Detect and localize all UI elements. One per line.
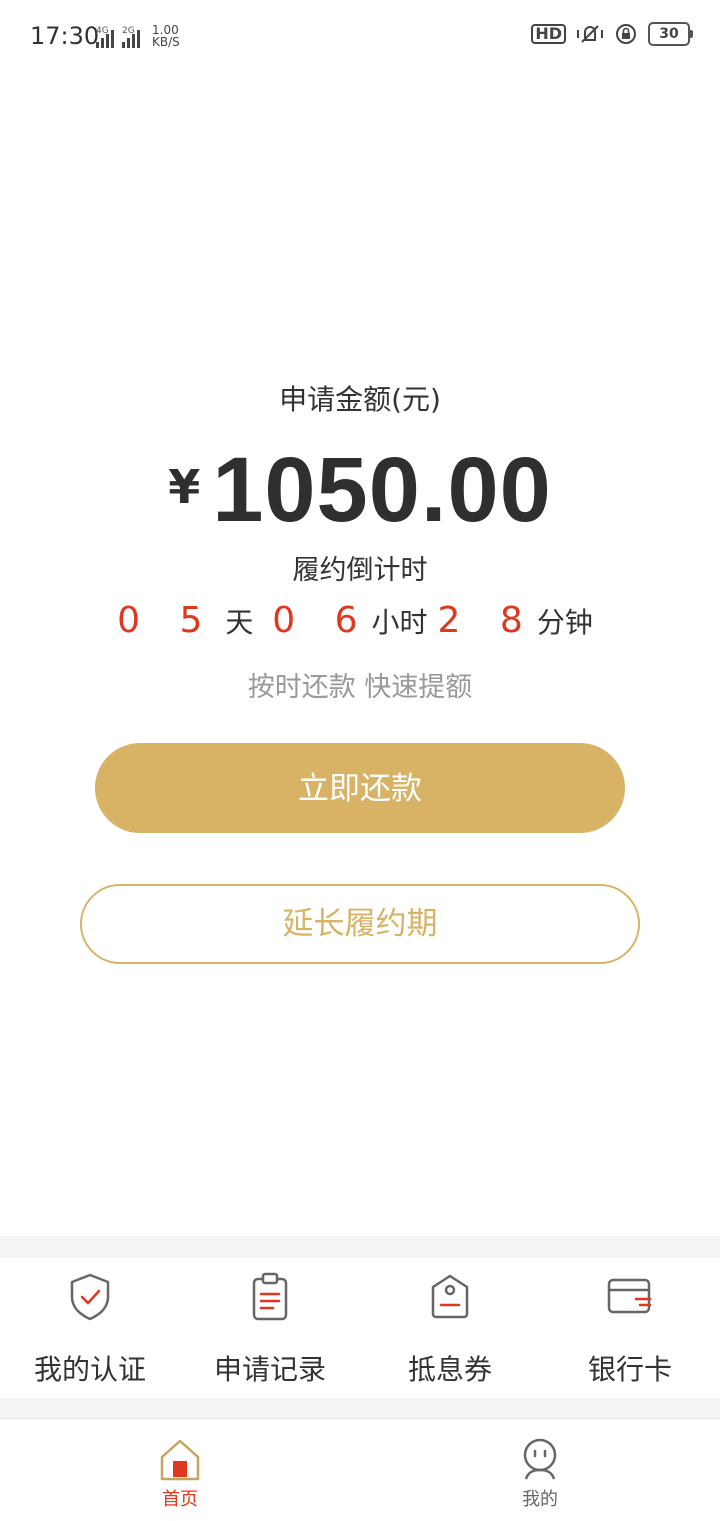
tab-profile[interactable]: 我的 [360, 1419, 720, 1521]
tab-home[interactable]: 首页 [0, 1419, 360, 1521]
quick-action-label: 银行卡 [587, 1353, 672, 1386]
bottom-tab-bar: 首页 我的 [0, 1418, 720, 1521]
status-right-icons: HD 30 [531, 22, 693, 46]
signal-2g-icon: 2G [122, 26, 140, 48]
network-indicators: 4G 2G 1.00 KB/S [96, 24, 180, 48]
section-divider-top [0, 1236, 720, 1258]
network-speed: 1.00 KB/S [152, 24, 180, 48]
quick-action-certification[interactable]: 我的认证 [0, 1258, 180, 1398]
status-bar: 17:30 4G 2G 1.00 KB/S HD 30 [0, 0, 720, 72]
profile-face-icon [523, 1438, 557, 1480]
section-divider-bottom [0, 1398, 720, 1418]
quick-action-application-records[interactable]: 申请记录 [180, 1258, 360, 1398]
hd-voice-icon: HD [531, 24, 566, 44]
bank-card-icon [607, 1278, 652, 1314]
currency-symbol: ¥ [168, 460, 201, 514]
quick-action-bank-card[interactable]: 银行卡 [540, 1258, 720, 1398]
signal-2g-label: 2G [122, 26, 135, 36]
repay-now-button[interactable]: 立即还款 [95, 743, 625, 833]
battery-icon: 30 [648, 22, 693, 46]
countdown-hours-unit: 小时 [371, 606, 428, 639]
countdown-minutes: 2 8 [437, 600, 537, 641]
countdown-label: 履约倒计时 [292, 555, 428, 586]
rotation-lock-icon [616, 24, 636, 44]
amount-display: ¥1050.00 [0, 438, 720, 543]
tagline: 按时还款 快速提额 [247, 672, 473, 703]
countdown-days-unit: 天 [225, 606, 254, 639]
quick-action-label: 申请记录 [213, 1353, 326, 1386]
quick-action-label: 我的认证 [33, 1353, 146, 1386]
signal-4g-icon: 4G [96, 26, 114, 48]
clipboard-icon [252, 1272, 288, 1321]
tab-label: 首页 [162, 1489, 198, 1510]
shield-check-icon [70, 1273, 110, 1321]
home-icon [160, 1439, 200, 1481]
extend-term-button[interactable]: 延长履约期 [80, 884, 640, 964]
coupon-tag-icon [431, 1274, 469, 1319]
quick-actions: 我的认证 申请记录 抵息券 银行卡 [0, 1258, 720, 1398]
amount-title: 申请金额(元) [279, 383, 441, 416]
countdown-days: 0 5 [117, 600, 217, 641]
quick-action-label: 抵息券 [407, 1353, 492, 1386]
signal-4g-label: 4G [96, 26, 109, 36]
vibrate-mute-icon [577, 25, 603, 43]
quick-action-interest-coupon[interactable]: 抵息券 [360, 1258, 540, 1398]
countdown-minutes-unit: 分钟 [536, 606, 593, 639]
countdown-hours: 0 6 [272, 600, 372, 641]
countdown-timer: 0 5 天 0 6小时 2 8分钟 [0, 600, 720, 641]
tab-label: 我的 [522, 1489, 558, 1510]
network-speed-unit: KB/S [152, 35, 180, 49]
amount-value: 1050.00 [212, 439, 552, 541]
status-time: 17:30 [30, 22, 100, 50]
